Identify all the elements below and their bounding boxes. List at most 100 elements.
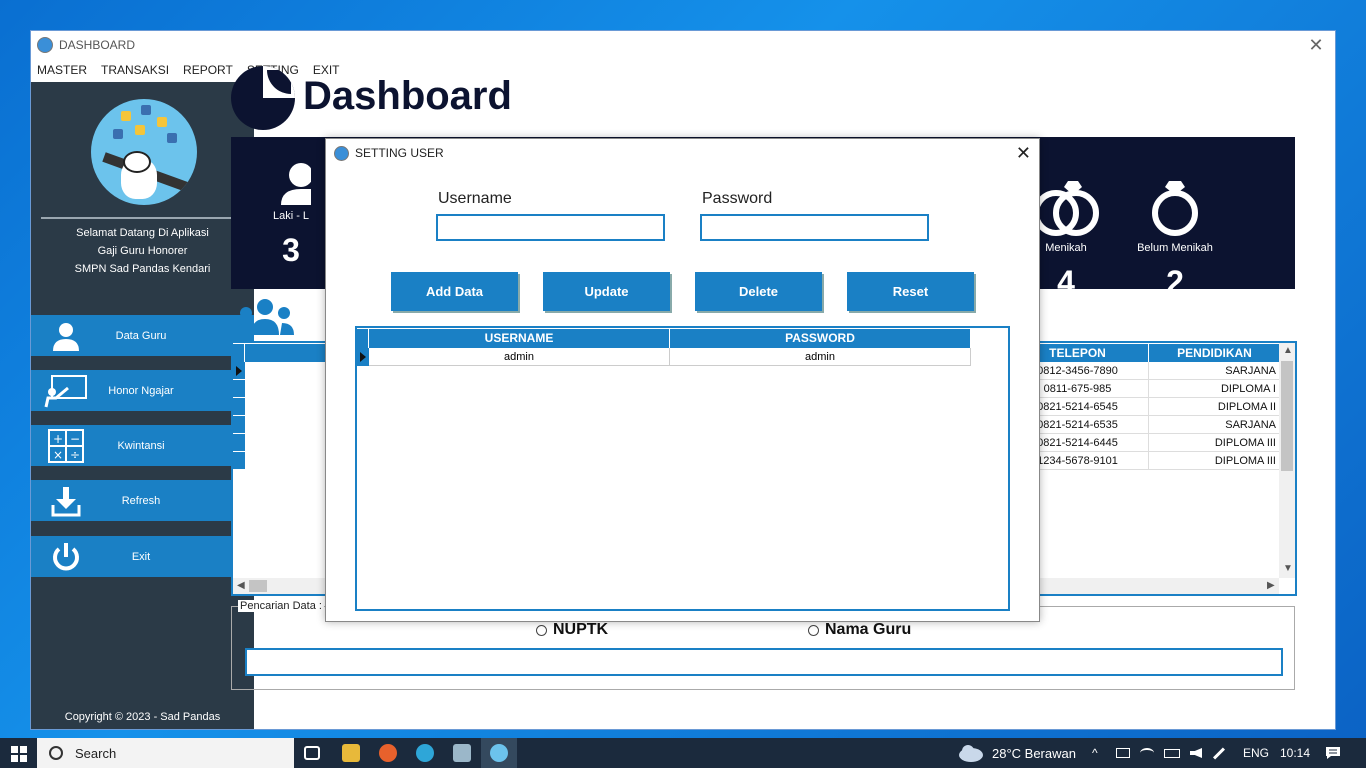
search-legend: Pencarian Data : xyxy=(238,600,324,612)
taskbar: Search 28°C Berawan ^ ENG 10:14 xyxy=(0,738,1366,768)
row-selector[interactable] xyxy=(233,398,245,416)
menu-transaksi[interactable]: TRANSAKSI xyxy=(101,63,169,77)
cell-pendidikan[interactable]: DIPLOMA III xyxy=(1149,452,1281,470)
download-icon xyxy=(31,485,101,517)
active-app-tab[interactable] xyxy=(481,738,517,768)
radio-nuptk[interactable]: NUPTK xyxy=(536,621,608,639)
task-view-icon[interactable] xyxy=(304,746,320,760)
sidebar: Selamat Datang Di Aplikasi Gaji Guru Hon… xyxy=(31,82,254,729)
cell-pendidikan[interactable]: SARJANA xyxy=(1149,362,1281,380)
menu-bar: MASTER TRANSAKSI REPORT SETTING EXIT xyxy=(31,59,1335,81)
windows-start-icon[interactable] xyxy=(11,746,27,765)
grid-header-password[interactable]: PASSWORD xyxy=(670,329,971,348)
welcome-text: Selamat Datang Di Aplikasi Gaji Guru Hon… xyxy=(74,227,211,275)
sidebar-item-data-guru[interactable]: Data Guru xyxy=(31,315,254,356)
battery-icon[interactable] xyxy=(1164,748,1180,758)
chevron-up-icon[interactable]: ^ xyxy=(1092,746,1108,760)
reset-button[interactable]: Reset xyxy=(847,272,974,311)
password-field[interactable] xyxy=(700,214,929,241)
file-explorer-icon[interactable] xyxy=(342,744,360,762)
close-window-button[interactable]: ✕ xyxy=(1305,35,1327,56)
app-icon xyxy=(37,37,53,53)
pen-icon[interactable] xyxy=(1212,746,1226,760)
ring-icon xyxy=(1152,181,1198,236)
search-input[interactable] xyxy=(245,648,1283,676)
scroll-up-icon[interactable]: ▲ xyxy=(1283,345,1293,356)
svg-text:−: − xyxy=(70,432,80,446)
close-dialog-button[interactable]: ✕ xyxy=(1016,143,1031,164)
username-label: Username xyxy=(438,190,512,207)
stat-belum-menikah: Belum Menikah 2 xyxy=(1135,177,1215,301)
svg-text:+: + xyxy=(53,432,63,446)
add-data-button[interactable]: Add Data xyxy=(391,272,518,311)
row-selector[interactable] xyxy=(233,434,245,452)
power-icon xyxy=(31,541,101,573)
sidebar-item-refresh[interactable]: Refresh xyxy=(31,480,254,521)
cell-password[interactable]: admin xyxy=(670,348,971,366)
clock[interactable]: 10:14 xyxy=(1280,738,1310,768)
window-title: DASHBOARD xyxy=(59,38,136,52)
search-icon xyxy=(49,746,63,760)
sidebar-item-honor-ngajar[interactable]: Honor Ngajar xyxy=(31,370,254,411)
tray-icon-group xyxy=(1116,738,1226,768)
wifi-icon[interactable] xyxy=(1140,748,1154,758)
scroll-right-icon[interactable]: ▶ xyxy=(1267,580,1275,591)
network-icon[interactable] xyxy=(1116,748,1130,758)
scroll-left-icon[interactable]: ◀ xyxy=(237,580,245,591)
row-selector[interactable] xyxy=(233,452,245,470)
cell-pendidikan[interactable]: DIPLOMA III xyxy=(1149,434,1281,452)
group-users-icon xyxy=(236,297,294,342)
update-button[interactable]: Update xyxy=(543,272,670,311)
user-icon xyxy=(31,320,101,352)
remote-desktop-icon[interactable] xyxy=(453,744,471,762)
svg-text:×: × xyxy=(53,448,63,462)
password-label: Password xyxy=(702,190,773,207)
username-field[interactable] xyxy=(436,214,665,241)
volume-icon[interactable] xyxy=(1190,748,1202,758)
row-selector[interactable] xyxy=(357,348,369,366)
grid-header-pendidikan[interactable]: PENDIDIKAN xyxy=(1149,344,1281,362)
row-selector[interactable] xyxy=(233,380,245,398)
page-title: Dashboard xyxy=(303,74,512,118)
radio-circle-icon xyxy=(808,624,819,636)
cell-pendidikan[interactable]: DIPLOMA II xyxy=(1149,398,1281,416)
delete-button[interactable]: Delete xyxy=(695,272,822,311)
system-tray-icons[interactable]: ^ xyxy=(1092,738,1108,768)
title-bar: DASHBOARD ✕ xyxy=(31,31,1335,59)
teacher-board-icon xyxy=(31,374,101,408)
vertical-scrollbar[interactable]: ▲ ▼ xyxy=(1279,343,1295,578)
svg-text:÷: ÷ xyxy=(70,448,80,462)
user-grid[interactable]: USERNAME PASSWORD admin admin xyxy=(355,326,1010,611)
dialog-title: SETTING USER xyxy=(355,146,444,160)
stat-laki-laki: Laki - L 3 xyxy=(251,161,331,269)
dialog-title-bar: SETTING USER xyxy=(326,139,1039,167)
male-user-icon xyxy=(281,163,313,205)
firefox-icon[interactable] xyxy=(379,744,397,762)
app-icon xyxy=(490,744,508,762)
setting-user-dialog: SETTING USER ✕ Username Password Add Dat… xyxy=(325,138,1040,622)
menu-report[interactable]: REPORT xyxy=(183,63,233,77)
cell-pendidikan[interactable]: SARJANA xyxy=(1149,416,1281,434)
sidebar-item-exit[interactable]: Exit xyxy=(31,536,254,577)
language-indicator[interactable]: ENG xyxy=(1243,738,1269,768)
radio-circle-icon xyxy=(536,624,547,636)
cell-pendidikan[interactable]: DIPLOMA I xyxy=(1149,380,1281,398)
weather-widget[interactable]: 28°C Berawan xyxy=(958,738,1076,768)
pie-chart-logo-icon xyxy=(231,66,295,130)
scroll-down-icon[interactable]: ▼ xyxy=(1283,563,1293,574)
avatar xyxy=(91,99,197,205)
row-selector[interactable] xyxy=(233,362,245,380)
notification-icon[interactable] xyxy=(1325,738,1341,768)
sidebar-divider xyxy=(41,217,244,219)
cloud-icon xyxy=(959,745,983,762)
taskbar-search[interactable]: Search xyxy=(37,738,294,768)
sidebar-item-kwintansi[interactable]: + − × ÷ Kwintansi xyxy=(31,425,254,466)
row-selector[interactable] xyxy=(233,416,245,434)
menu-master[interactable]: MASTER xyxy=(37,63,87,77)
radio-nama-guru[interactable]: Nama Guru xyxy=(808,621,911,639)
grid-header-username[interactable]: USERNAME xyxy=(369,329,670,348)
cell-username[interactable]: admin xyxy=(369,348,670,366)
edge-icon[interactable] xyxy=(416,744,434,762)
calculator-icon: + − × ÷ xyxy=(31,428,101,463)
app-icon xyxy=(334,145,349,161)
